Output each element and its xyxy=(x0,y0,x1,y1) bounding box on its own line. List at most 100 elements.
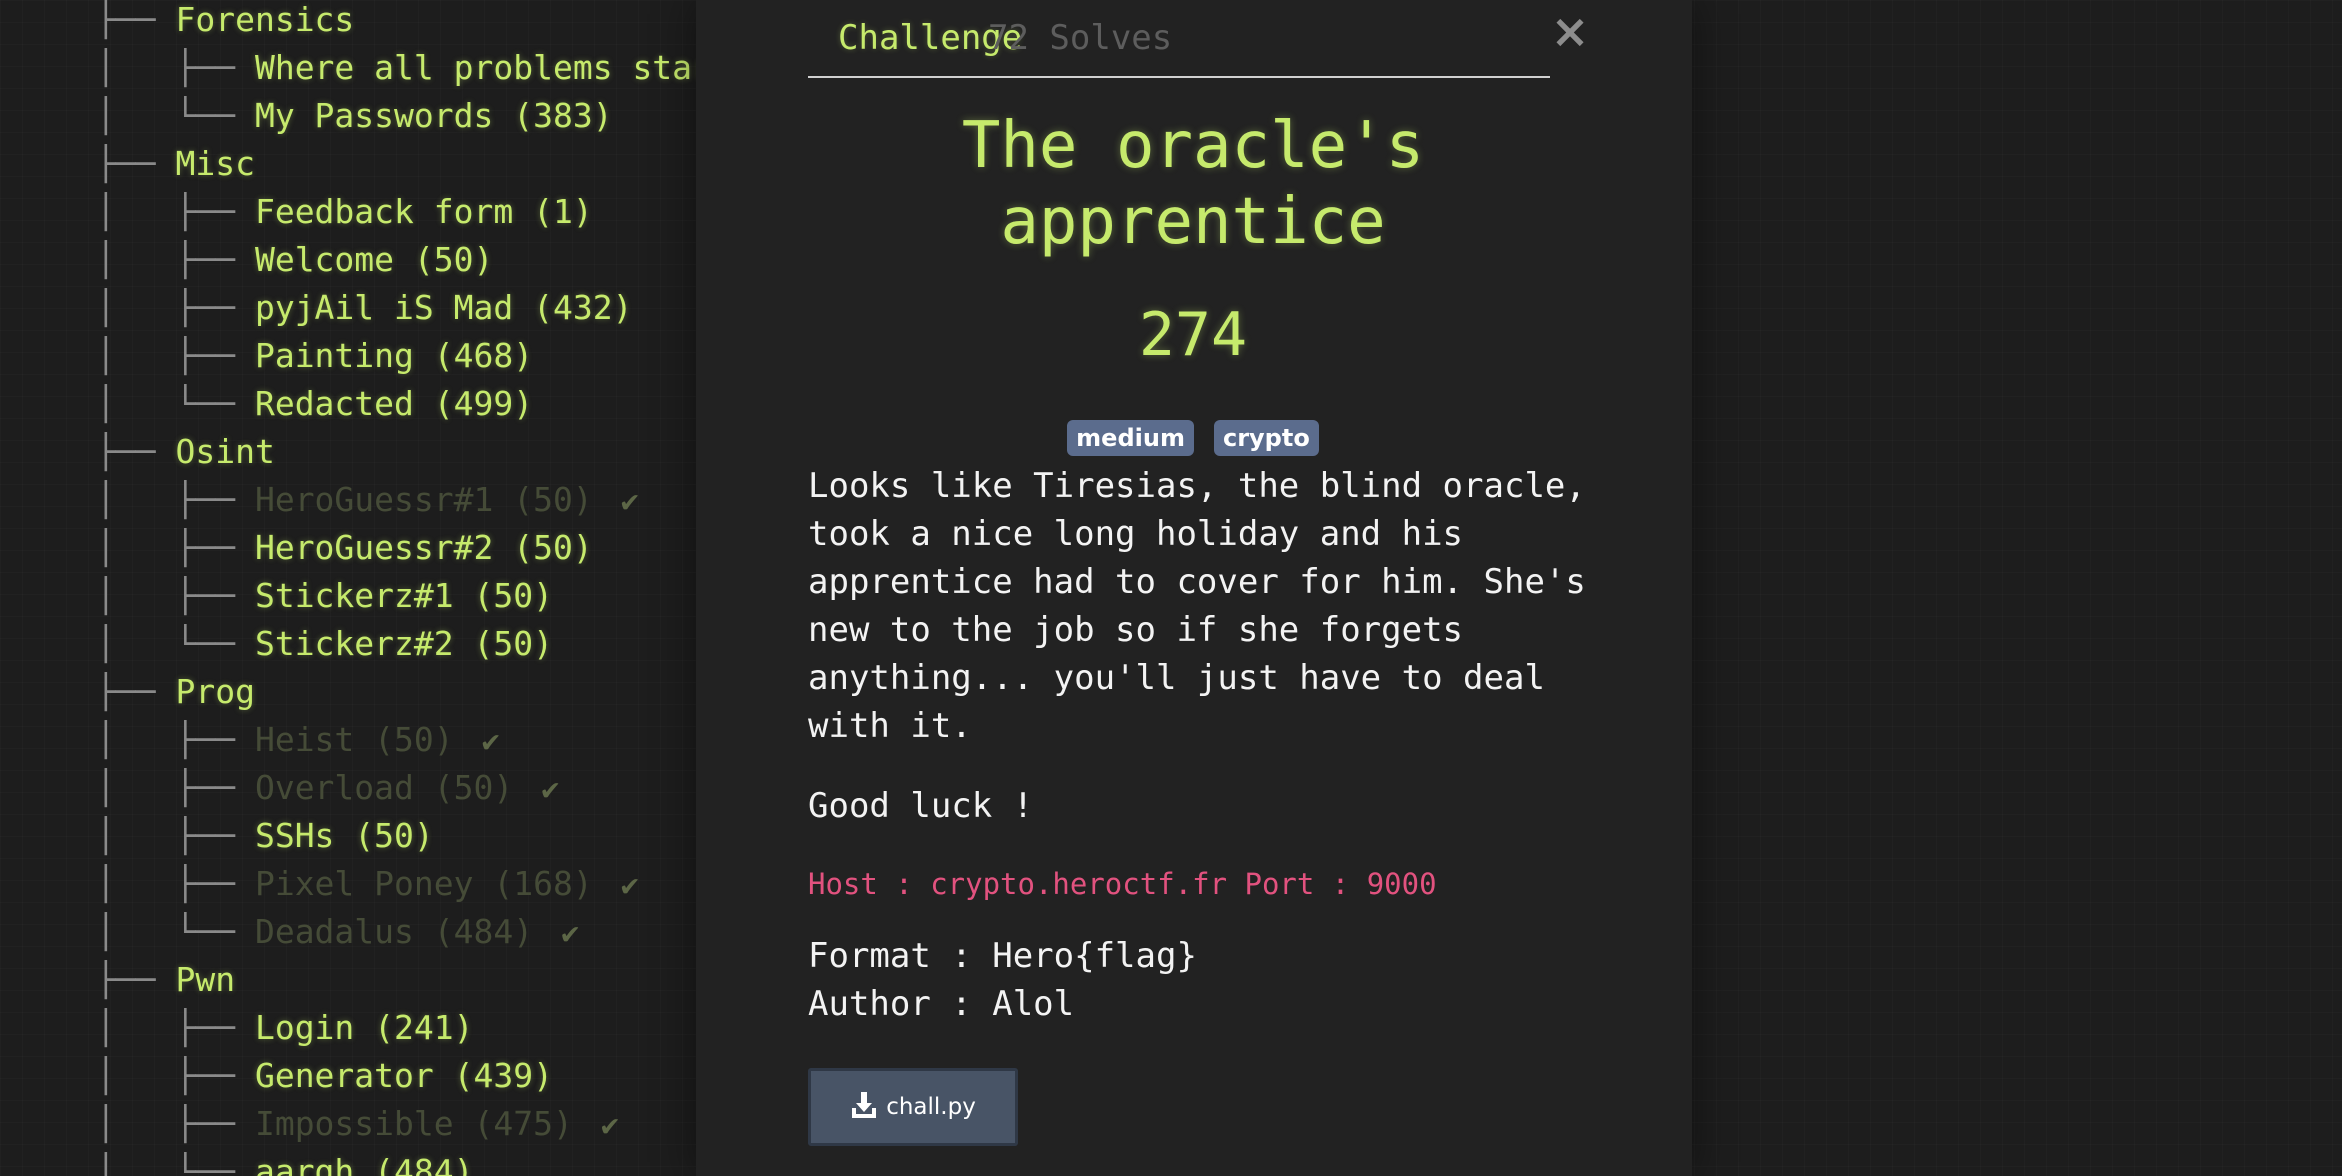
challenge-points: 274 xyxy=(1138,300,1248,370)
challenge-label[interactable]: Generator (439) xyxy=(255,1056,553,1095)
challenge-label[interactable]: HeroGuessr#2 (50) xyxy=(255,528,593,567)
challenge-label[interactable]: Feedback form (1) xyxy=(255,192,593,231)
challenge-label[interactable]: Welcome (50) xyxy=(255,240,493,279)
tree-challenge[interactable]: │ ├── HeroGuessr#1 (50) ✔ xyxy=(96,476,639,524)
check-icon: ✔ xyxy=(561,916,580,951)
tree-branch: │ └── xyxy=(96,624,255,663)
tree-branch: │ └── xyxy=(96,912,255,951)
category-label: Forensics xyxy=(175,0,355,39)
tree-branch: ├── xyxy=(96,432,176,471)
tree-branch: │ └── xyxy=(96,384,255,423)
check-icon: ✔ xyxy=(620,484,639,519)
challenge-label[interactable]: HeroGuessr#1 (50) xyxy=(255,480,593,519)
tree-category: ├── Misc xyxy=(96,140,255,188)
format-text: Format : Hero{flag} xyxy=(808,936,1197,976)
challenge-tags: medium crypto xyxy=(808,420,1578,456)
file-name-label: chall.py xyxy=(886,1094,976,1120)
download-file-button[interactable]: chall.py xyxy=(808,1068,1018,1146)
tree-branch: │ ├── xyxy=(96,48,255,87)
challenge-label[interactable]: aargh (484) xyxy=(255,1152,474,1176)
challenge-label[interactable]: Deadalus (484) xyxy=(255,912,533,951)
check-icon: ✔ xyxy=(481,724,500,759)
close-icon[interactable]: × xyxy=(1548,6,1592,56)
tree-category: ├── Prog xyxy=(96,668,255,716)
description-text: Looks like Tiresias, the blind oracle, t… xyxy=(808,466,1586,746)
tree-branch: │ ├── xyxy=(96,1008,255,1047)
tree-challenge[interactable]: │ └── My Passwords (383) xyxy=(96,92,613,140)
tree-branch: │ ├── xyxy=(96,576,255,615)
tree-category: ├── Forensics xyxy=(96,0,354,44)
tree-challenge[interactable]: │ ├── SSHs (50) xyxy=(96,812,434,860)
tree-branch: │ ├── xyxy=(96,288,255,327)
check-icon: ✔ xyxy=(600,1108,619,1143)
good-luck-text: Good luck ! xyxy=(808,786,1034,826)
tree-challenge[interactable]: │ ├── Welcome (50) xyxy=(96,236,493,284)
tree-branch: │ ├── xyxy=(96,816,255,855)
challenge-label[interactable]: My Passwords (383) xyxy=(255,96,613,135)
tree-challenge[interactable]: │ ├── HeroGuessr#2 (50) xyxy=(96,524,593,572)
tree-branch: │ └── xyxy=(96,96,255,135)
tree-branch: │ ├── xyxy=(96,240,255,279)
tab-solves[interactable]: 72 Solves xyxy=(988,18,1172,58)
tree-challenge[interactable]: │ └── Deadalus (484) ✔ xyxy=(96,908,579,956)
challenge-title: The oracle's apprentice xyxy=(961,109,1425,259)
tree-branch: │ └── xyxy=(96,1152,255,1176)
tree-branch: │ ├── xyxy=(96,336,255,375)
challenge-label[interactable]: Impossible (475) xyxy=(255,1104,573,1143)
tree-branch: │ ├── xyxy=(96,768,255,807)
tree-category: ├── Osint xyxy=(96,428,275,476)
challenge-tree: ├── Forensics │ ├── Where all problems st… xyxy=(0,0,700,1176)
tree-branch: │ ├── xyxy=(96,192,255,231)
check-icon: ✔ xyxy=(620,868,639,903)
tree-branch: │ ├── xyxy=(96,1104,255,1143)
tree-branch: │ ├── xyxy=(96,1056,255,1095)
download-icon xyxy=(850,1091,886,1120)
author-text: Author : Alol xyxy=(808,984,1075,1024)
tree-category: ├── Pwn xyxy=(96,956,235,1004)
challenge-label[interactable]: Stickerz#2 (50) xyxy=(255,624,553,663)
tree-challenge[interactable]: │ └── Redacted (499) xyxy=(96,380,533,428)
challenge-description: Looks like Tiresias, the blind oracle, t… xyxy=(808,462,1588,1028)
category-label: Misc xyxy=(175,144,255,183)
tree-branch: ├── xyxy=(96,0,176,39)
challenge-label[interactable]: Heist (50) xyxy=(255,720,454,759)
tree-challenge[interactable]: │ ├── Painting (468) xyxy=(96,332,533,380)
modal-tabs: Challenge 72 Solves xyxy=(808,0,1550,78)
tree-challenge[interactable]: │ └── Stickerz#2 (50) xyxy=(96,620,553,668)
tree-challenge[interactable]: │ ├── Impossible (475) ✔ xyxy=(96,1100,619,1148)
challenge-label[interactable]: Overload (50) xyxy=(255,768,513,807)
category-label: Osint xyxy=(175,432,275,471)
challenge-label[interactable]: Stickerz#1 (50) xyxy=(255,576,553,615)
tree-challenge[interactable]: │ ├── Overload (50) ✔ xyxy=(96,764,559,812)
challenge-label[interactable]: Painting (468) xyxy=(255,336,533,375)
challenge-label[interactable]: Redacted (499) xyxy=(255,384,533,423)
tree-challenge[interactable]: │ ├── Where all problems start xyxy=(96,44,700,92)
tree-challenge[interactable]: │ └── aargh (484) xyxy=(96,1148,474,1176)
tree-branch: │ ├── xyxy=(96,864,255,903)
challenge-label[interactable]: pyjAil iS Mad (432) xyxy=(255,288,633,327)
tree-branch: ├── xyxy=(96,672,176,711)
category-label: Prog xyxy=(175,672,255,711)
tree-branch: ├── xyxy=(96,144,176,183)
challenge-label[interactable]: Where all problems start xyxy=(255,48,700,87)
tree-challenge[interactable]: │ ├── Pixel Poney (168) ✔ xyxy=(96,860,639,908)
tree-challenge[interactable]: │ ├── Feedback form (1) xyxy=(96,188,593,236)
host-info: Host : crypto.heroctf.fr Port : 9000 xyxy=(808,867,1437,901)
tree-branch: │ ├── xyxy=(96,528,255,567)
tree-challenge[interactable]: │ ├── Stickerz#1 (50) xyxy=(96,572,553,620)
challenge-label[interactable]: Pixel Poney (168) xyxy=(255,864,593,903)
challenge-label[interactable]: SSHs (50) xyxy=(255,816,434,855)
tree-branch: ├── xyxy=(96,960,176,999)
tree-challenge[interactable]: │ ├── pyjAil iS Mad (432) xyxy=(96,284,632,332)
tree-challenge[interactable]: │ ├── Login (241) xyxy=(96,1004,474,1052)
tree-challenge[interactable]: │ ├── Heist (50) ✔ xyxy=(96,716,500,764)
tag-category: crypto xyxy=(1213,420,1319,456)
tag-difficulty: medium xyxy=(1067,420,1194,456)
category-label: Pwn xyxy=(175,960,236,999)
challenge-label[interactable]: Login (241) xyxy=(255,1008,474,1047)
tree-challenge[interactable]: │ ├── Generator (439) xyxy=(96,1052,553,1100)
check-icon: ✔ xyxy=(541,772,560,807)
tree-branch: │ ├── xyxy=(96,480,255,519)
challenge-modal: Challenge 72 Solves × The oracle's appre… xyxy=(696,0,1692,1176)
tree-branch: │ ├── xyxy=(96,720,255,759)
